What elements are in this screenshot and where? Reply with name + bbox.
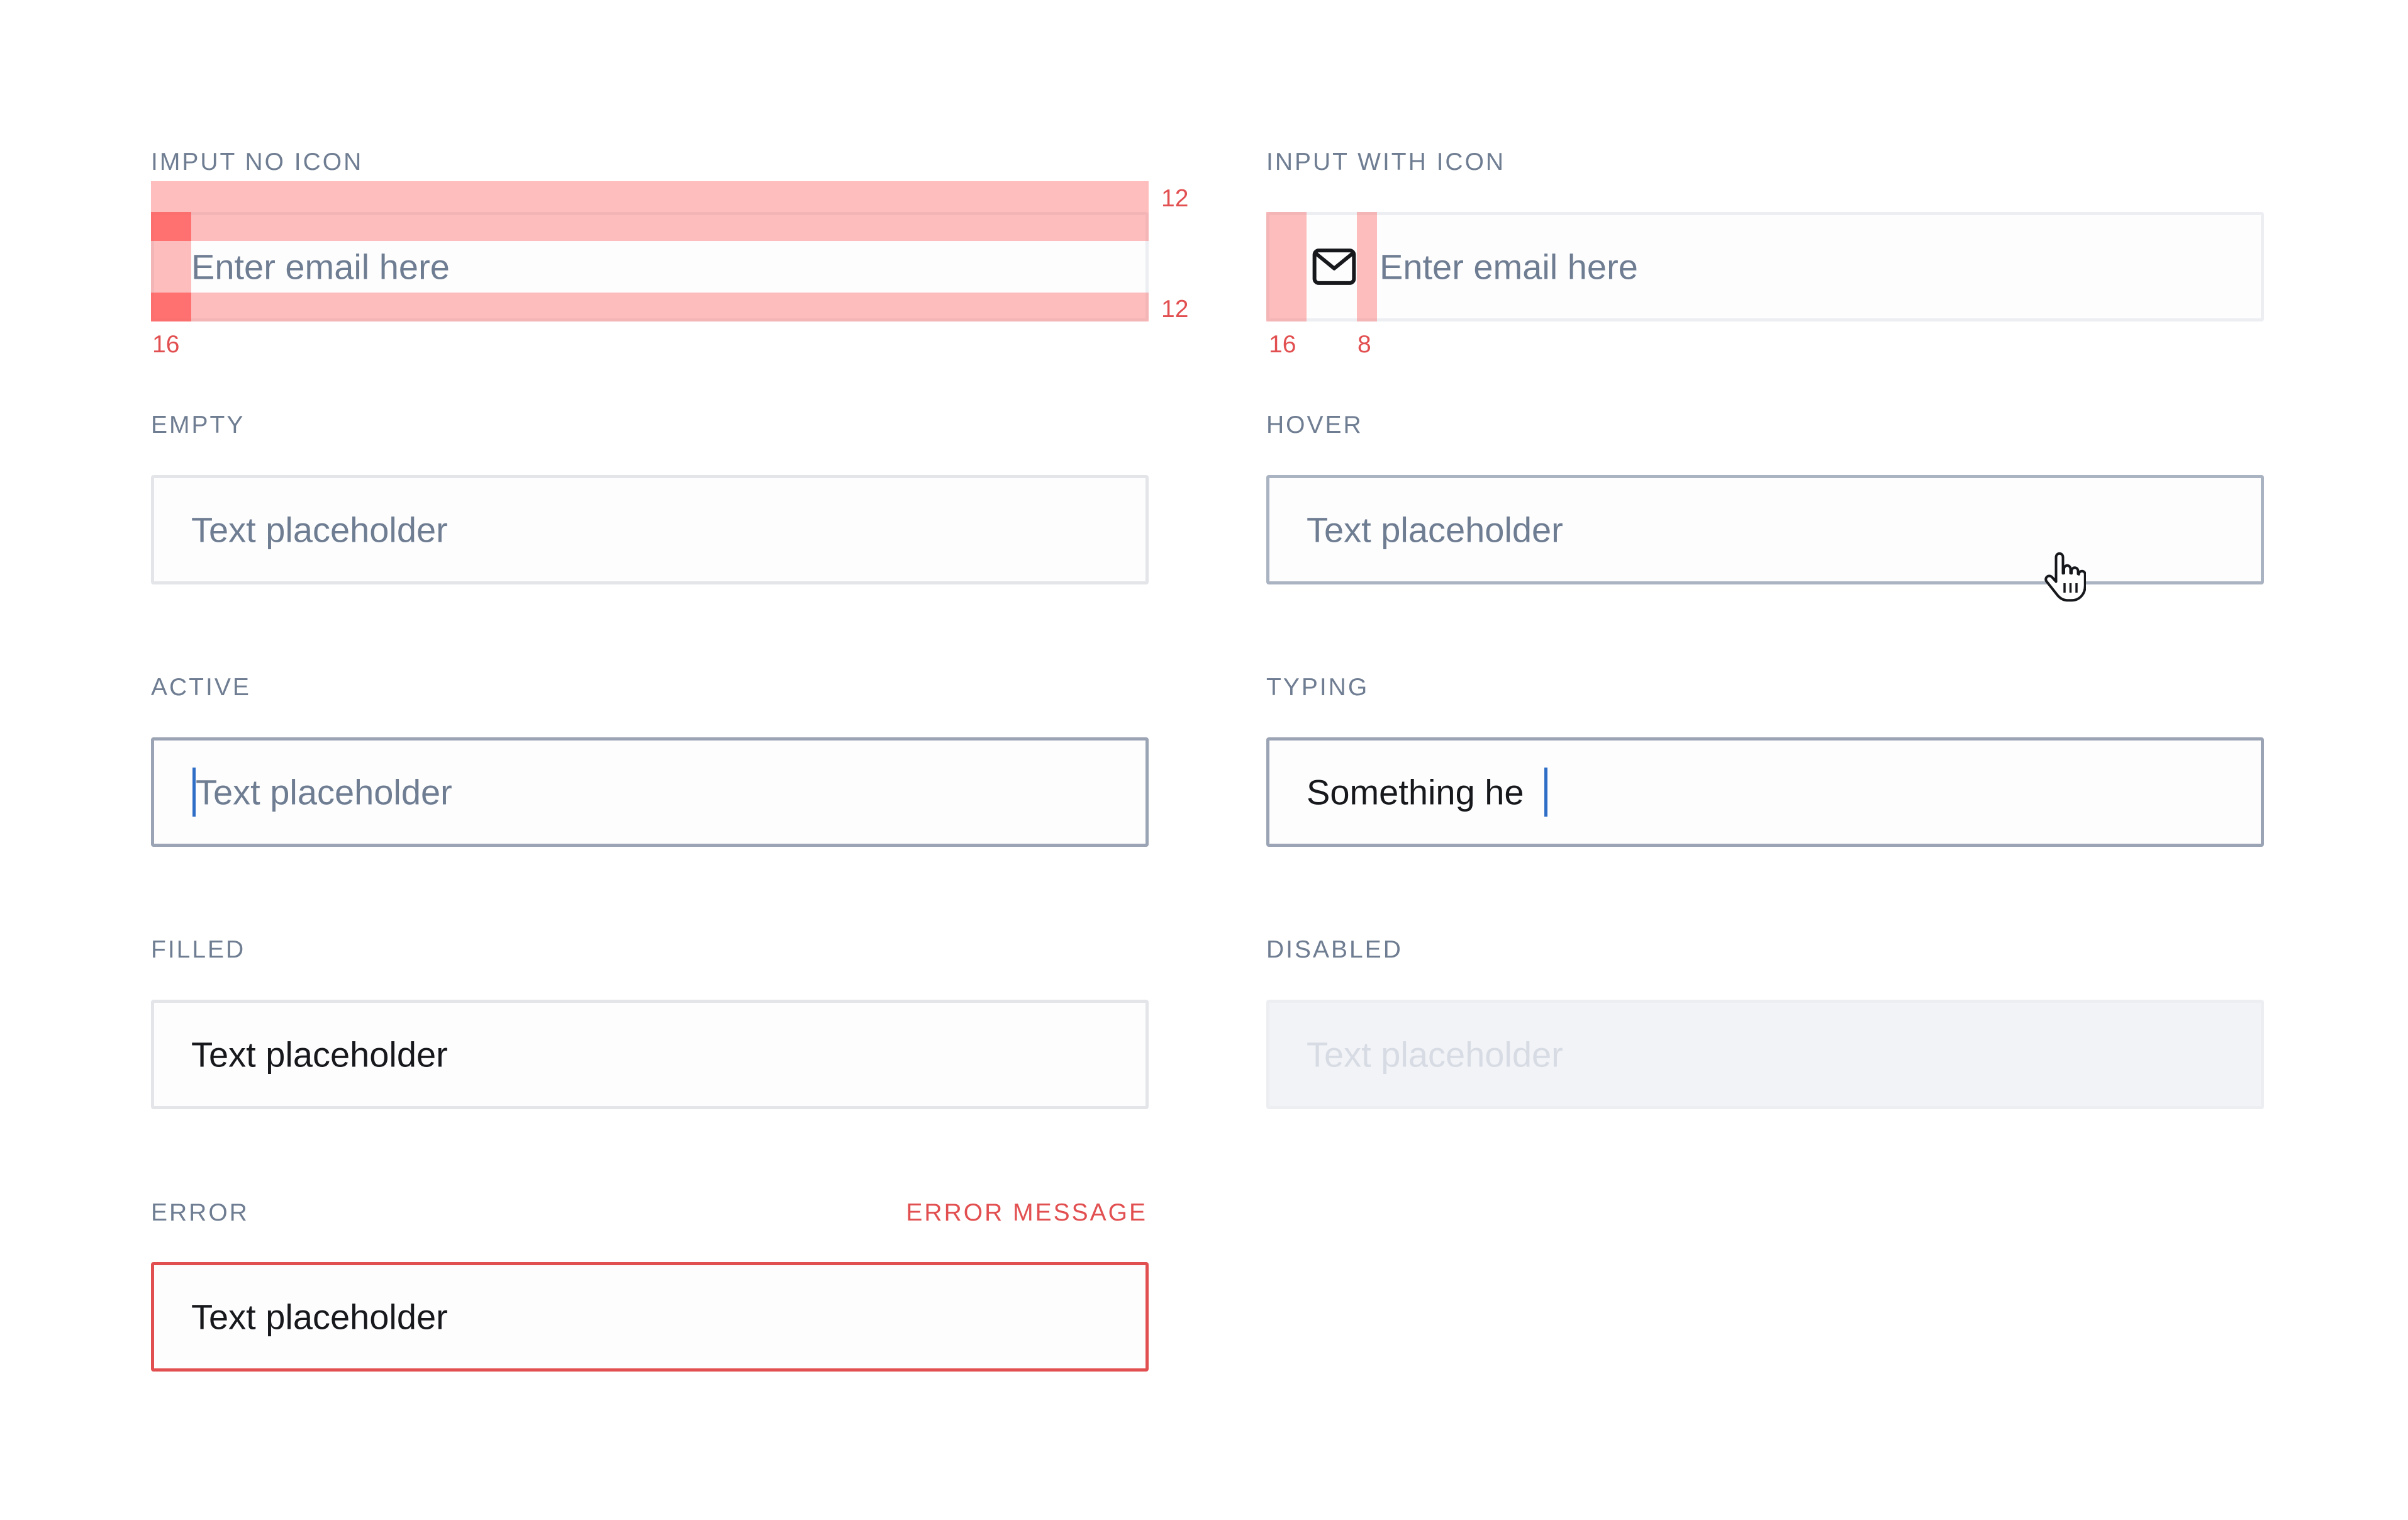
mail-icon bbox=[1312, 249, 1356, 285]
input-empty[interactable]: Text placeholder bbox=[151, 475, 1149, 584]
text-caret bbox=[1544, 768, 1547, 817]
input-with-icon-placeholder: Enter email here bbox=[1380, 247, 1638, 287]
section-label-typing: TYPING bbox=[1266, 674, 1369, 701]
input-error-value: Text placeholder bbox=[191, 1297, 448, 1337]
hand-pointer-icon bbox=[2044, 552, 2086, 602]
section-label-error: ERROR bbox=[151, 1199, 249, 1226]
icon-padding-left-overlay bbox=[1266, 212, 1307, 321]
input-filled[interactable]: Text placeholder bbox=[151, 1000, 1149, 1109]
input-active-placeholder: Text placeholder bbox=[196, 772, 452, 812]
input-active[interactable]: Text placeholder bbox=[151, 737, 1149, 847]
padding-corner-top-overlay bbox=[151, 212, 191, 241]
icon-gap-overlay bbox=[1357, 212, 1377, 321]
icon-spacing-gap-value: 8 bbox=[1357, 331, 1371, 358]
section-label-input-with-icon: INPUT WITH ICON bbox=[1266, 148, 1506, 176]
spacing-bottom-value: 12 bbox=[1161, 296, 1189, 323]
input-hover[interactable]: Text placeholder bbox=[1266, 475, 2264, 584]
input-no-icon-placeholder: Enter email here bbox=[191, 247, 450, 287]
padding-bottom-overlay bbox=[151, 293, 1149, 321]
input-disabled-placeholder: Text placeholder bbox=[1307, 1034, 1563, 1075]
input-empty-placeholder: Text placeholder bbox=[191, 510, 448, 550]
input-hover-placeholder: Text placeholder bbox=[1307, 510, 1563, 550]
input-error[interactable]: Text placeholder bbox=[151, 1262, 1149, 1372]
section-label-input-no-icon: IMPUT NO ICON bbox=[151, 148, 364, 176]
spacing-left-value: 16 bbox=[152, 331, 180, 358]
section-label-hover: HOVER bbox=[1266, 411, 1363, 439]
section-label-empty: EMPTY bbox=[151, 411, 245, 439]
error-message: ERROR MESSAGE bbox=[906, 1199, 1147, 1226]
spacing-top-value: 12 bbox=[1161, 185, 1189, 212]
input-with-icon[interactable]: Enter email here bbox=[1266, 212, 2264, 321]
input-filled-value: Text placeholder bbox=[191, 1034, 448, 1075]
padding-top-overlay bbox=[151, 181, 1149, 241]
section-label-filled: FILLED bbox=[151, 936, 246, 963]
input-typing[interactable]: Something he bbox=[1266, 737, 2264, 847]
section-label-disabled: DISABLED bbox=[1266, 936, 1403, 963]
padding-corner-bottom-overlay bbox=[151, 293, 191, 321]
input-typing-value: Something he bbox=[1307, 772, 1524, 812]
section-label-active: ACTIVE bbox=[151, 674, 251, 701]
input-disabled: Text placeholder bbox=[1266, 1000, 2264, 1109]
icon-spacing-left-value: 16 bbox=[1269, 331, 1296, 358]
